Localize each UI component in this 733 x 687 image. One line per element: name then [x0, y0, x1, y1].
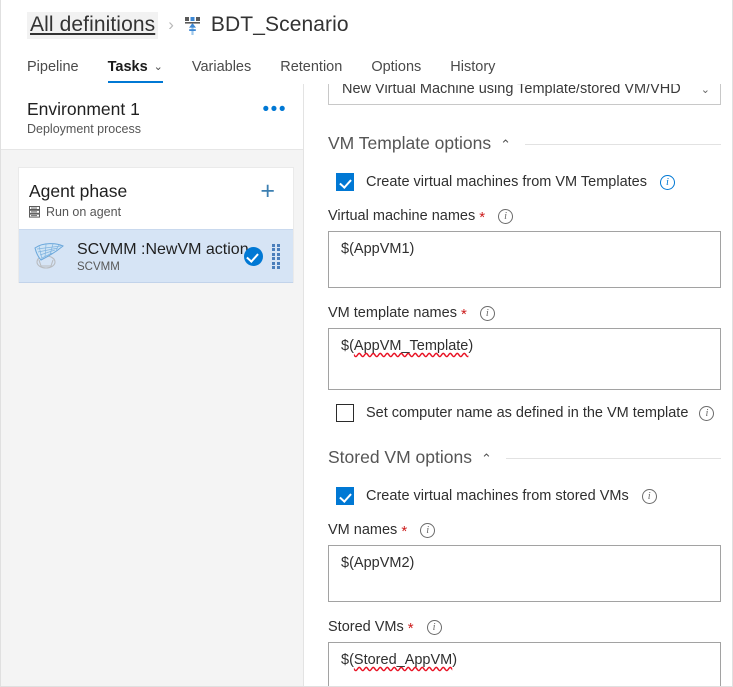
tab-tasks[interactable]: Tasks ⌄	[107, 59, 164, 83]
task-settings-content: New Virtual Machine using Template/store…	[304, 84, 732, 686]
tab-options-label: Options	[371, 59, 422, 75]
input-stored-vms[interactable]: $(Stored_AppVM)	[328, 642, 721, 686]
section-vm-template-options: VM Template options ⌃	[328, 133, 721, 154]
scvmm-icon	[31, 239, 67, 273]
checkbox-create-from-vm-templates[interactable]	[336, 173, 354, 191]
tab-retention[interactable]: Retention	[280, 59, 342, 83]
input-value: $(AppVM2)	[341, 555, 415, 571]
chevron-down-icon: ⌄	[700, 84, 710, 96]
checkbox-create-from-stored-vms-label: Create virtual machines from stored VMs	[366, 488, 629, 504]
agent-phase-subtitle: Run on agent	[46, 205, 122, 219]
action-select[interactable]: New Virtual Machine using Template/store…	[328, 84, 721, 105]
required-marker: *	[479, 209, 486, 226]
checkbox-set-computer-name-label: Set computer name as defined in the VM t…	[366, 405, 689, 421]
checkbox-create-from-vm-templates-row[interactable]: Create virtual machines from VM Template…	[328, 173, 721, 191]
task-enabled-check-icon[interactable]	[244, 246, 263, 266]
environment-name: Environment 1	[27, 99, 140, 119]
chevron-down-icon[interactable]: ⌄	[154, 60, 163, 73]
checkbox-set-computer-name-row[interactable]: Set computer name as defined in the VM t…	[328, 404, 721, 422]
checkbox-set-computer-name[interactable]	[336, 404, 354, 422]
label-vm-names: VM names * і	[328, 522, 721, 540]
checkbox-create-from-stored-vms-row[interactable]: Create virtual machines from stored VMs …	[328, 487, 721, 505]
action-select-clip: New Virtual Machine using Template/store…	[328, 84, 721, 106]
tab-tasks-label: Tasks	[107, 59, 148, 75]
release-pipeline-icon	[183, 16, 202, 37]
tab-options[interactable]: Options	[371, 59, 421, 83]
server-icon	[29, 206, 40, 218]
info-icon[interactable]: і	[479, 305, 495, 321]
label-stored-vms: Stored VMs * і	[328, 619, 721, 637]
info-icon[interactable]: і	[420, 522, 436, 538]
release-definition-editor: All definitions › BDT_Scenario Pipeline …	[0, 0, 733, 687]
input-vm-template-names[interactable]: $(AppVM_Template)	[328, 328, 721, 390]
label-text: VM template names	[328, 305, 457, 321]
checkbox-create-from-vm-templates-label: Create virtual machines from VM Template…	[366, 174, 647, 190]
label-text: Virtual machine names	[328, 208, 476, 224]
task-list-item-scvmm[interactable]: SCVMM :NewVM action SCVMM	[19, 229, 293, 283]
required-marker: *	[401, 523, 408, 540]
tab-pipeline[interactable]: Pipeline	[27, 59, 79, 83]
input-value-suffix: )	[468, 338, 474, 354]
agent-phase-subtitle-row: Run on agent	[29, 205, 127, 219]
phase-group: Agent phase Run on agent + SCVMM:NewVM …	[18, 167, 294, 283]
tab-pipeline-label: Pipeline	[27, 59, 79, 75]
required-marker: *	[407, 620, 414, 637]
editor-body: Environment 1 Deployment process ••• Age…	[1, 84, 732, 686]
environment-subtitle: Deployment process	[27, 122, 141, 136]
agent-phase-text: Agent phase Run on agent	[29, 180, 127, 219]
info-icon[interactable]: і	[498, 208, 514, 224]
task-text: SCVMM :NewVM action SCVMM	[77, 240, 249, 273]
label-vm-template-names: VM template names * і	[328, 305, 721, 323]
add-task-button[interactable]: +	[260, 179, 279, 204]
section-title: Stored VM options	[328, 447, 472, 467]
label-text: Stored VMs	[328, 619, 404, 635]
input-value-suffix: )	[452, 652, 458, 668]
action-select-value: New Virtual Machine using Template/store…	[342, 84, 681, 97]
tab-variables[interactable]: Variables	[192, 59, 251, 83]
chevron-up-icon[interactable]: ⌃	[481, 451, 492, 467]
info-icon[interactable]: і	[426, 619, 442, 635]
breadcrumb: All definitions › BDT_Scenario	[1, 0, 732, 50]
required-marker: *	[460, 306, 467, 323]
agent-phase-title: Agent phase	[29, 181, 128, 201]
tab-history-label: History	[450, 59, 496, 75]
section-divider	[525, 144, 721, 145]
task-settings-panel: New Virtual Machine using Template/store…	[304, 84, 732, 686]
label-text: VM names	[328, 522, 398, 538]
tab-bar: Pipeline Tasks ⌄ Variables Retention Opti…	[1, 50, 732, 83]
tab-variables-label: Variables	[191, 59, 252, 75]
input-value-misspelled: AppVM_Template	[353, 338, 469, 354]
info-icon[interactable]: і	[699, 405, 715, 421]
environment-more-icon[interactable]: •••	[263, 98, 287, 119]
task-title: SCVMM :NewVM action	[77, 240, 249, 258]
task-subtitle: SCVMM	[77, 260, 120, 273]
agent-phase-header[interactable]: Agent phase Run on agent +	[19, 168, 293, 229]
input-virtual-machine-names[interactable]: $(AppVM1)	[328, 231, 721, 288]
input-value-misspelled: Stored_AppVM	[353, 652, 453, 668]
breadcrumb-all-definitions-link[interactable]: All definitions	[27, 11, 159, 39]
info-icon[interactable]: і	[659, 174, 675, 190]
environment-card[interactable]: Environment 1 Deployment process •••	[1, 84, 303, 150]
section-divider	[505, 458, 721, 459]
breadcrumb-separator: ›	[168, 15, 174, 34]
input-value: $(AppVM1)	[341, 241, 415, 257]
section-stored-vm-options: Stored VM options ⌃	[328, 447, 721, 468]
section-title: VM Template options	[328, 133, 492, 153]
task-drag-handle[interactable]	[272, 244, 281, 269]
input-vm-names[interactable]: $(AppVM2)	[328, 545, 721, 602]
input-value-prefix: $(	[341, 652, 354, 668]
checkbox-create-from-stored-vms[interactable]	[336, 487, 354, 505]
tab-retention-label: Retention	[280, 59, 343, 75]
tasks-sidebar: Environment 1 Deployment process ••• Age…	[1, 84, 304, 686]
input-value-prefix: $(	[341, 338, 354, 354]
environment-text: Environment 1 Deployment process	[27, 98, 141, 136]
label-virtual-machine-names: Virtual machine names * і	[328, 208, 721, 226]
page-title: BDT_Scenario	[210, 13, 349, 36]
tab-history[interactable]: History	[450, 59, 495, 83]
chevron-up-icon[interactable]: ⌃	[500, 137, 511, 153]
info-icon[interactable]: і	[641, 488, 657, 504]
